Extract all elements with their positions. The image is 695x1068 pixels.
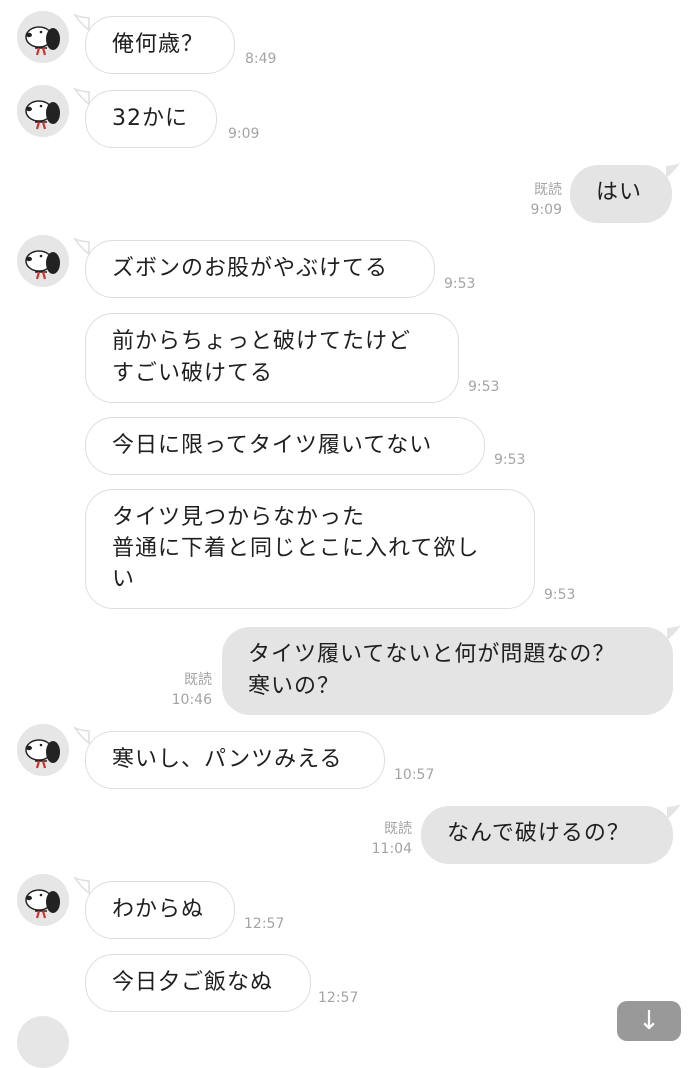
snoopy-avatar-icon [17, 85, 69, 137]
bubble-tail-icon [667, 625, 681, 640]
message-timestamp: 9:53 [544, 587, 576, 603]
message-bubble[interactable]: タイツ履いてないと何が問題なの？ 寒いの？ [222, 627, 673, 715]
message-meta: 既読 11:04 [330, 819, 412, 859]
message-timestamp: 12:57 [244, 916, 285, 932]
message-bubble[interactable]: 今日に限ってタイツ履いてない [85, 417, 485, 475]
contact-avatar[interactable] [17, 11, 69, 63]
message-bubble[interactable]: はい [570, 165, 672, 223]
contact-avatar[interactable] [17, 724, 69, 776]
read-receipt: 既読 [534, 182, 562, 198]
snoopy-avatar-icon [17, 11, 69, 63]
arrow-down-icon: ↓ [638, 1006, 660, 1036]
message-bubble[interactable]: 前からちょっと破けてたけど すごい破けてる [85, 313, 459, 403]
message-bubble[interactable]: ズボンのお股がやぶけてる [85, 240, 435, 298]
read-receipt: 既読 [384, 821, 412, 837]
message-bubble[interactable]: 寒いし、パンツみえる [85, 731, 385, 789]
chat-message-list[interactable]: 俺何歳？ 8:49 32かに 9:09 既読 9:09 はい ズボンのお股がやぶ… [0, 0, 695, 1068]
snoopy-avatar-icon [17, 874, 69, 926]
message-timestamp: 10:57 [394, 767, 435, 783]
message-timestamp: 9:53 [444, 276, 476, 292]
message-timestamp: 12:57 [318, 990, 359, 1006]
bubble-tail-icon [667, 804, 681, 819]
message-timestamp: 9:09 [228, 126, 260, 142]
message-bubble[interactable]: 32かに [85, 90, 217, 148]
message-bubble[interactable]: わからぬ [85, 881, 235, 939]
message-timestamp: 9:53 [468, 379, 500, 395]
message-bubble[interactable]: 今日夕ご飯なぬ [85, 954, 311, 1012]
contact-avatar[interactable] [17, 235, 69, 287]
message-bubble[interactable]: 俺何歳？ [85, 16, 235, 74]
message-bubble[interactable]: なんで破けるの？ [421, 806, 673, 864]
read-receipt: 既読 [184, 672, 212, 688]
contact-avatar[interactable] [17, 874, 69, 926]
bubble-tail-icon [666, 163, 680, 178]
message-meta: 既読 9:09 [480, 180, 562, 220]
message-bubble[interactable]: タイツ見つからなかった 普通に下着と同じとこに入れて欲し い [85, 489, 535, 609]
scroll-down-button[interactable]: ↓ [617, 1001, 681, 1041]
contact-avatar[interactable] [17, 85, 69, 137]
snoopy-avatar-icon [17, 724, 69, 776]
message-timestamp: 9:53 [494, 452, 526, 468]
message-timestamp: 11:04 [371, 841, 412, 857]
snoopy-avatar-icon [17, 235, 69, 287]
message-timestamp: 10:46 [171, 692, 212, 708]
message-timestamp: 8:49 [245, 51, 277, 67]
message-meta: 既読 10:46 [130, 670, 212, 710]
message-timestamp: 9:09 [530, 202, 562, 218]
